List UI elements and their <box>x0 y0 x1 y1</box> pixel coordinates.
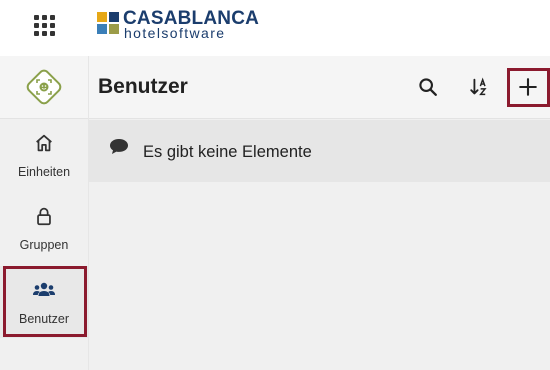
sidebar-item-benutzer[interactable]: Benutzer <box>0 266 88 338</box>
chat-bubble-icon <box>110 139 128 154</box>
search-button[interactable] <box>414 73 442 101</box>
home-icon <box>36 134 52 152</box>
plus-icon <box>519 78 537 96</box>
sidebar-item-label: Benutzer <box>18 312 70 326</box>
empty-state-message: Es gibt keine Elemente <box>143 143 312 161</box>
sort-button[interactable] <box>465 73 493 101</box>
apps-grid-icon[interactable] <box>30 11 58 39</box>
app-icon-area <box>0 56 88 119</box>
lock-icon <box>37 207 51 226</box>
sidebar-item-gruppen[interactable]: Gruppen <box>0 192 88 264</box>
users-icon <box>33 282 55 296</box>
face-scan-icon[interactable] <box>23 66 65 108</box>
page-title: Benutzer <box>98 75 188 98</box>
sidebar-item-label: Gruppen <box>19 238 69 252</box>
logo-squares-icon <box>97 12 119 34</box>
search-icon <box>419 78 437 96</box>
top-bar: CASABLANCA hotelsoftware <box>0 0 550 56</box>
sort-az-icon <box>470 77 487 96</box>
main-panel: Benutzer Es gibt keine Elemente <box>89 56 550 370</box>
logo-subtitle: hotelsoftware <box>124 25 226 41</box>
add-button[interactable] <box>514 73 542 101</box>
empty-state-row: Es gibt keine Elemente <box>89 120 550 182</box>
sidebar: Einheiten Gruppen Benutzer <box>0 56 89 370</box>
page-header: Benutzer <box>89 56 550 119</box>
sidebar-item-einheiten[interactable]: Einheiten <box>0 119 88 191</box>
sidebar-item-label: Einheiten <box>17 165 71 179</box>
